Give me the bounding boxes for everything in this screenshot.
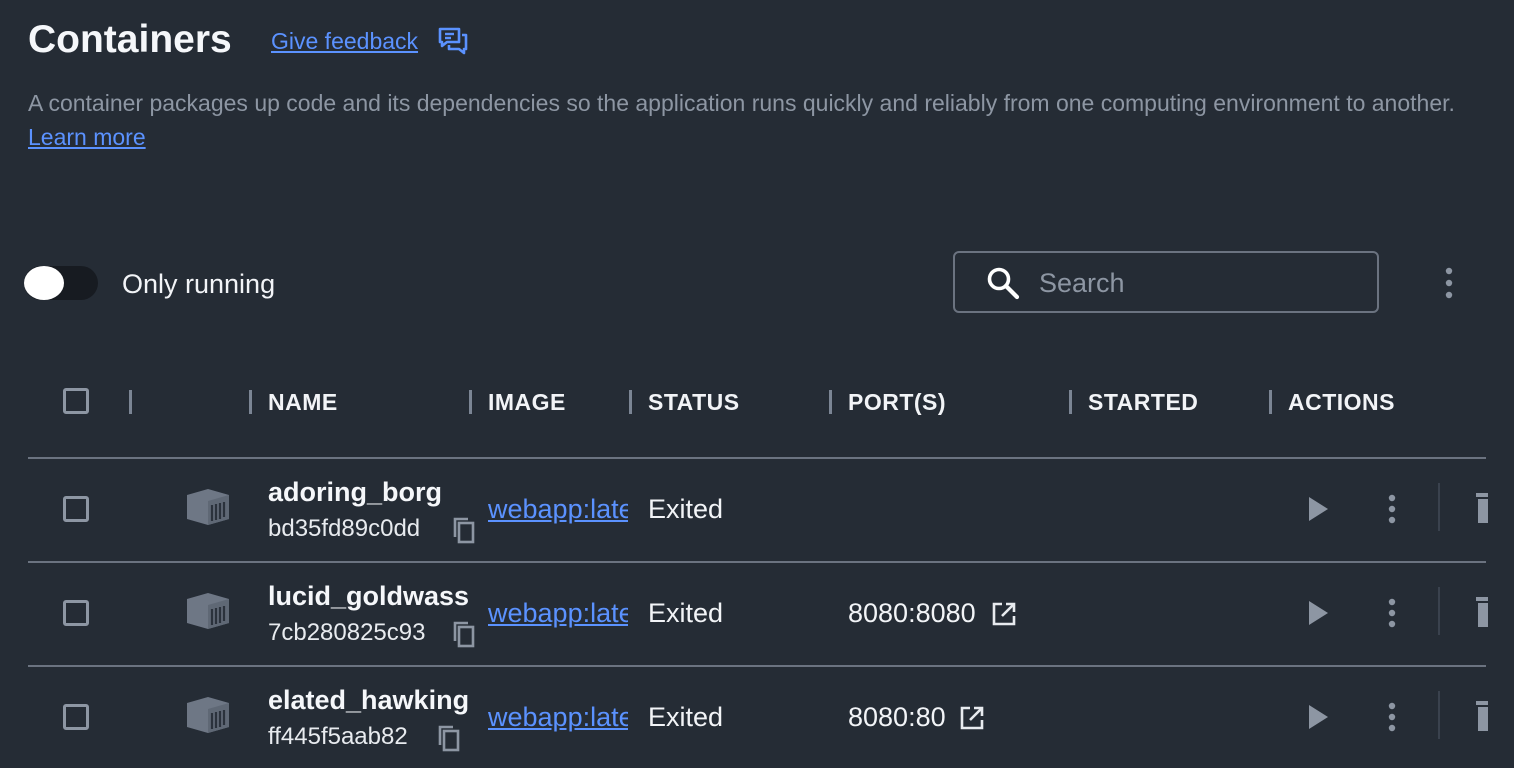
column-separator[interactable]	[829, 390, 832, 414]
containers-page: Containers Give feedback A container pac…	[0, 0, 1514, 768]
toggle-knob	[24, 266, 64, 300]
column-header-image[interactable]: IMAGE	[488, 388, 566, 416]
page-title: Containers	[28, 18, 232, 61]
play-icon[interactable]	[1302, 701, 1332, 733]
external-link-icon[interactable]	[959, 705, 985, 731]
trash-icon[interactable]	[1470, 595, 1490, 629]
page-description: A container packages up code and its dep…	[28, 86, 1488, 154]
container-id: 7cb280825c93	[268, 619, 426, 646]
column-separator[interactable]	[129, 390, 132, 414]
container-box-icon	[187, 593, 229, 629]
action-separator	[1438, 691, 1440, 739]
only-running-toggle[interactable]	[24, 266, 98, 300]
column-separator[interactable]	[249, 390, 252, 414]
row-checkbox[interactable]	[63, 600, 89, 626]
more-options-icon[interactable]	[1436, 266, 1462, 300]
container-name[interactable]: lucid_goldwasser	[268, 579, 470, 613]
column-separator[interactable]	[469, 390, 472, 414]
search-box[interactable]	[953, 251, 1379, 313]
table-row[interactable]: lucid_goldwasser 7cb280825c93 webapp:lat…	[0, 563, 1514, 667]
trash-icon[interactable]	[1470, 699, 1490, 733]
column-header-started[interactable]: STARTED	[1088, 388, 1198, 416]
chat-bubbles-icon[interactable]	[437, 25, 469, 57]
column-header-ports[interactable]: PORT(S)	[848, 388, 946, 416]
container-id: bd35fd89c0dd	[268, 515, 421, 542]
external-link-icon[interactable]	[991, 601, 1017, 627]
status-text: Exited	[648, 702, 724, 732]
search-input[interactable]	[1037, 261, 1361, 305]
status-text: Exited	[648, 598, 724, 628]
copy-icon[interactable]	[452, 517, 476, 545]
row-checkbox[interactable]	[63, 496, 89, 522]
column-separator[interactable]	[629, 390, 632, 414]
description-text: A container packages up code and its dep…	[28, 90, 1455, 116]
give-feedback-link[interactable]: Give feedback	[271, 26, 418, 56]
column-header-actions: ACTIONS	[1288, 389, 1395, 415]
learn-more-link[interactable]: Learn more	[28, 124, 146, 150]
container-id: ff445f5aab82	[268, 723, 408, 750]
row-checkbox[interactable]	[63, 704, 89, 730]
container-name[interactable]: adoring_borg	[268, 475, 470, 509]
container-box-icon	[187, 697, 229, 733]
action-separator	[1438, 483, 1440, 531]
container-name[interactable]: elated_hawking	[268, 683, 470, 717]
row-menu-icon[interactable]	[1379, 597, 1405, 629]
action-separator	[1438, 587, 1440, 635]
image-link[interactable]: webapp:latest	[488, 491, 628, 527]
column-header-name[interactable]: NAME	[268, 388, 338, 416]
trash-icon[interactable]	[1470, 491, 1490, 525]
row-menu-icon[interactable]	[1379, 493, 1405, 525]
container-box-icon	[187, 489, 229, 525]
image-link[interactable]: webapp:latest	[488, 595, 628, 631]
port-link[interactable]: 8080:80	[848, 699, 946, 735]
play-icon[interactable]	[1302, 493, 1332, 525]
table-row[interactable]: elated_hawking ff445f5aab82 webapp:lates…	[0, 667, 1514, 768]
copy-icon[interactable]	[437, 725, 461, 753]
search-icon	[987, 267, 1020, 300]
column-separator[interactable]	[1269, 390, 1272, 414]
column-header-status[interactable]: STATUS	[648, 388, 740, 416]
play-icon[interactable]	[1302, 597, 1332, 629]
table-row[interactable]: adoring_borg bd35fd89c0dd webapp:latest …	[0, 459, 1514, 563]
column-separator[interactable]	[1069, 390, 1072, 414]
copy-icon[interactable]	[452, 621, 476, 649]
image-link[interactable]: webapp:latest	[488, 699, 628, 735]
select-all-checkbox[interactable]	[63, 388, 89, 414]
row-menu-icon[interactable]	[1379, 701, 1405, 733]
port-link[interactable]: 8080:8080	[848, 595, 976, 631]
only-running-label: Only running	[122, 269, 276, 299]
status-text: Exited	[648, 494, 724, 524]
